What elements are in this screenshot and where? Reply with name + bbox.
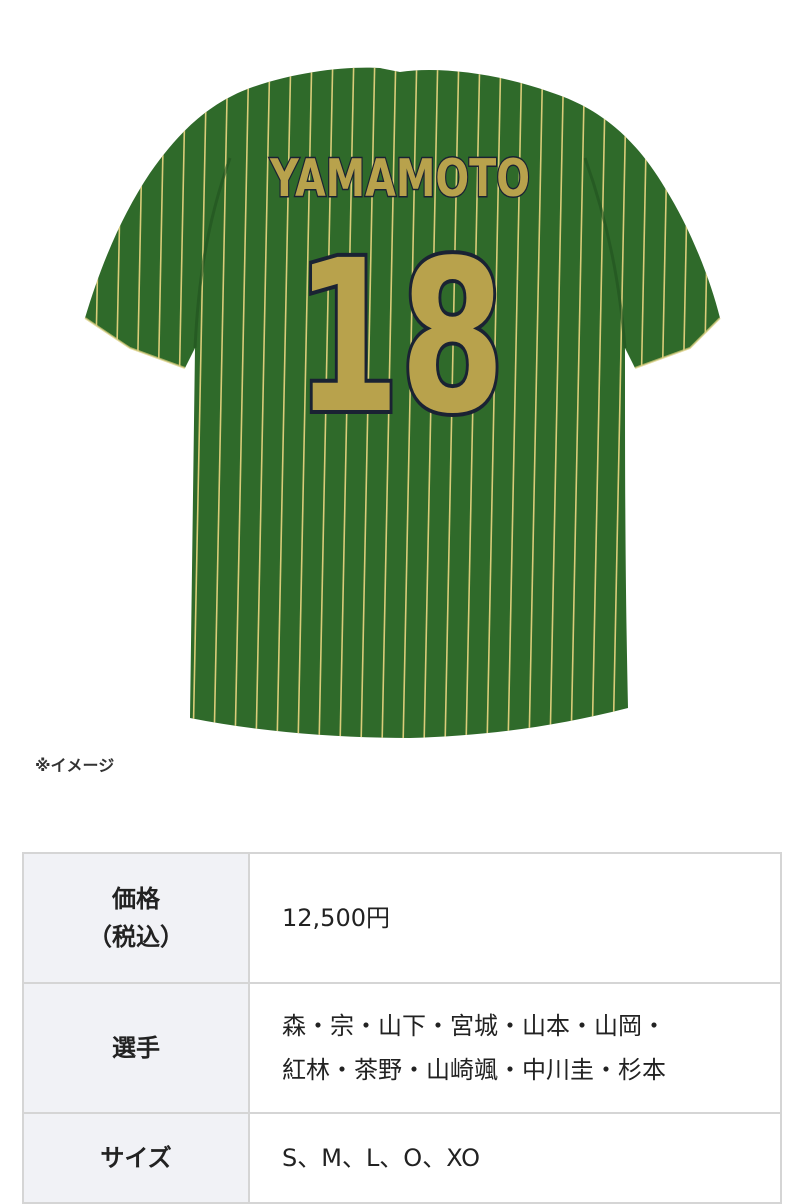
pinstripe — [654, 67, 670, 738]
price-value: 12,500円 — [248, 852, 782, 984]
jersey-number-print: 18 — [295, 215, 505, 460]
players-value-line2: 紅林・茶野・山崎颯・中川圭・杉本 — [282, 1056, 666, 1084]
image-note: ※イメージ — [35, 756, 115, 775]
pinstripe — [129, 67, 145, 738]
players-value: 森・宗・山下・宮城・山本・山岡・ 紅林・茶野・山崎颯・中川圭・杉本 — [248, 982, 782, 1114]
jersey-illustration: YAMAMOTO 18 — [80, 48, 721, 748]
table-row-size: サイズ S、M、L、O、XO — [22, 1112, 782, 1204]
pinstripe — [150, 67, 166, 738]
pinstripe — [717, 67, 720, 738]
players-value-line1: 森・宗・山下・宮城・山本・山岡・ — [282, 1012, 666, 1040]
jersey-name-print: YAMAMOTO — [269, 149, 530, 209]
price-label-line2: （税込） — [88, 923, 184, 951]
table-row-price: 価格 （税込） 12,500円 — [22, 852, 782, 984]
pinstripe — [80, 48, 81, 748]
product-image: YAMAMOTO 18 — [80, 48, 725, 748]
players-label: 選手 — [22, 982, 250, 1114]
pinstripe — [108, 67, 124, 738]
pinstripe — [675, 67, 691, 738]
price-label-line1: 価格 — [112, 885, 160, 913]
pinstripe — [696, 67, 712, 738]
pinstripe — [87, 67, 103, 738]
size-label: サイズ — [22, 1112, 250, 1204]
size-value: S、M、L、O、XO — [248, 1112, 782, 1204]
price-label: 価格 （税込） — [22, 852, 250, 984]
spec-table: 価格 （税込） 12,500円 選手 森・宗・山下・宮城・山本・山岡・ 紅林・茶… — [22, 852, 782, 1204]
table-row-players: 選手 森・宗・山下・宮城・山本・山岡・ 紅林・茶野・山崎颯・中川圭・杉本 — [22, 982, 782, 1114]
